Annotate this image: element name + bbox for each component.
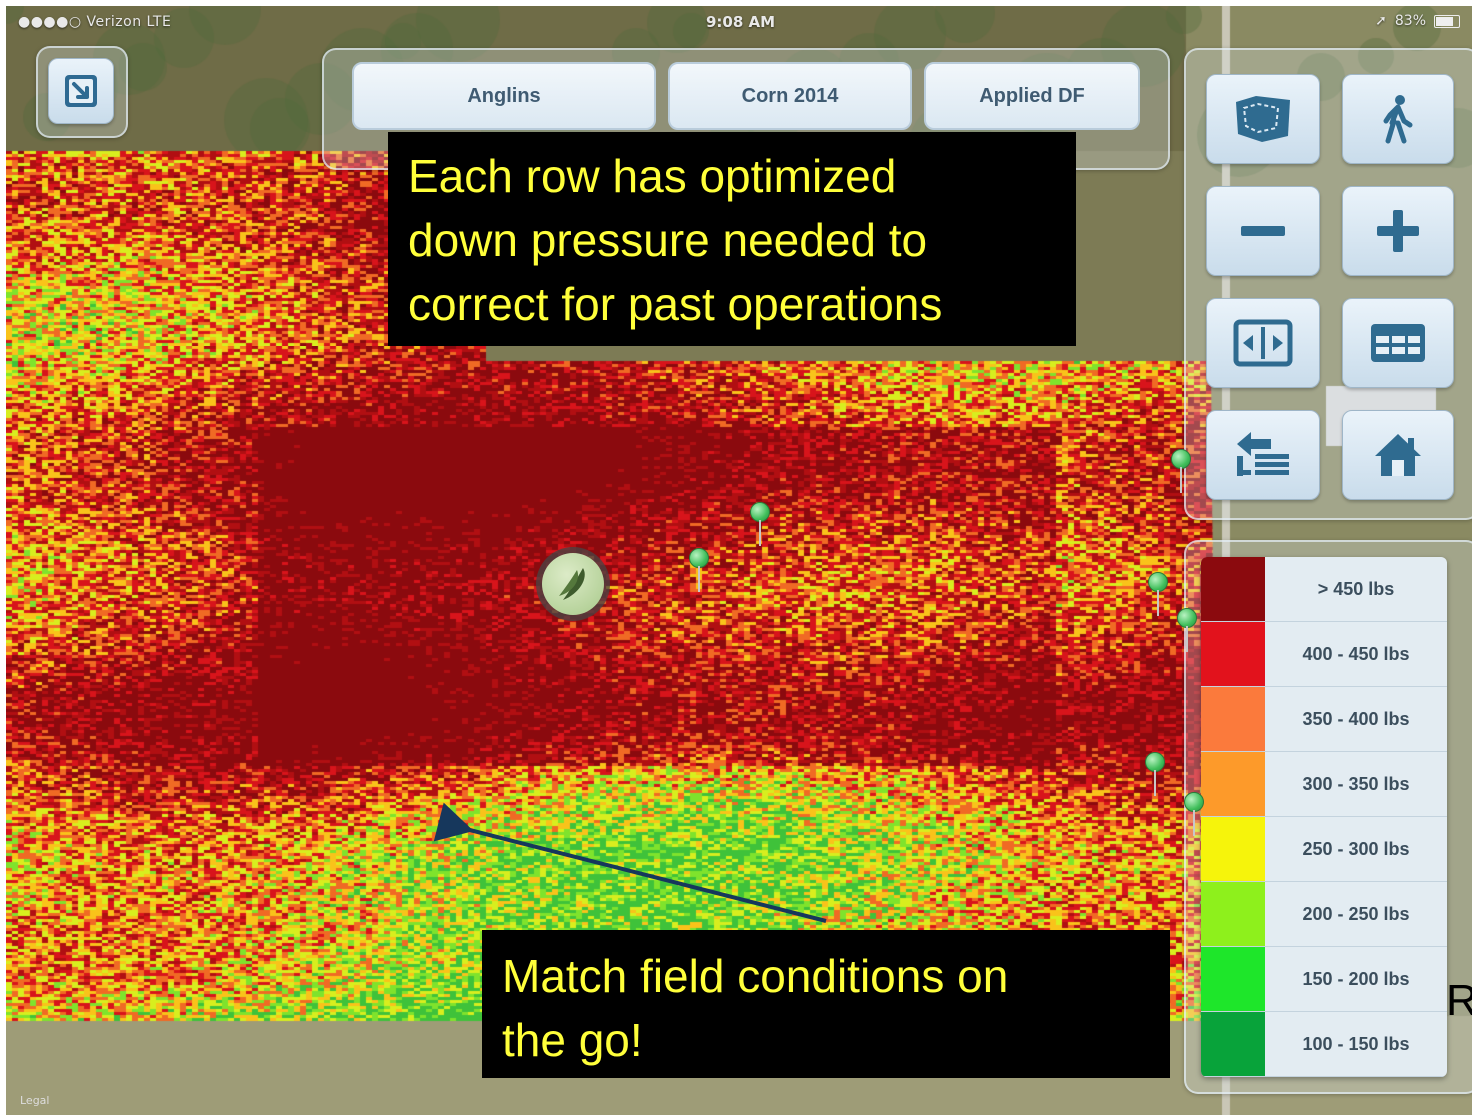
legend-label: > 450 lbs [1317, 578, 1395, 599]
carrier-label: ●●●●○ Verizon LTE [18, 14, 172, 30]
legal-link[interactable]: Legal [20, 1094, 49, 1107]
legend-row: 250 - 300 lbs [1201, 817, 1447, 882]
edge-text: R [1446, 976, 1472, 1025]
zoom-out-button[interactable] [1206, 186, 1320, 276]
legend-label: 200 - 250 lbs [1302, 903, 1410, 924]
walking-person-icon [1383, 95, 1413, 144]
legend-swatch [1201, 622, 1265, 686]
battery-fill [1436, 16, 1453, 26]
plus-icon [1377, 210, 1419, 252]
fit-to-screen-button[interactable] [1206, 298, 1320, 388]
legend-swatch [1201, 752, 1265, 816]
legend-row: 400 - 450 lbs [1201, 622, 1447, 687]
callout-line: Each row has optimized [408, 150, 897, 202]
legend-swatch [1201, 1012, 1265, 1076]
layers-list-icon [1237, 432, 1289, 476]
table-icon [1371, 324, 1425, 362]
planter-marker[interactable] [536, 547, 610, 621]
down-pressure-legend: > 450 lbs 400 - 450 lbs 350 - 400 lbs 300 -… [1201, 557, 1447, 1077]
tab-crop-year[interactable]: Corn 2014 [668, 62, 912, 130]
expand-button[interactable] [48, 58, 114, 124]
map-pin[interactable] [689, 548, 709, 592]
battery-percent: 83% [1394, 13, 1426, 29]
legend-swatch [1201, 557, 1265, 621]
callout-line: correct for past operations [408, 278, 943, 330]
table-view-button[interactable] [1342, 298, 1454, 388]
legend-label: 150 - 200 lbs [1302, 968, 1410, 989]
legend-row: 200 - 250 lbs [1201, 882, 1447, 947]
map-pin[interactable] [1171, 449, 1191, 493]
callout-line: Match field conditions on [502, 950, 1009, 1002]
legend-swatch [1201, 687, 1265, 751]
tab-layer[interactable]: Applied DF [924, 62, 1140, 130]
map-pin[interactable] [1177, 608, 1197, 652]
map-pin[interactable] [1145, 752, 1165, 796]
status-right: ➚ 83% [1375, 13, 1460, 29]
legend-row: 100 - 150 lbs [1201, 1012, 1447, 1077]
legend-row: > 450 lbs [1201, 557, 1447, 622]
home-icon [1375, 434, 1421, 476]
layers-button[interactable] [1206, 410, 1320, 500]
map-pin[interactable] [1148, 572, 1168, 616]
callout-line: down pressure needed to [408, 214, 928, 266]
arrow-down-right-icon [65, 75, 97, 107]
fit-arrows-icon [1233, 319, 1293, 367]
legend-swatch [1201, 947, 1265, 1011]
app-screen: ●●●●○ Verizon LTE 9:08 AM ➚ 83% Anglins … [6, 6, 1472, 1115]
battery-icon [1434, 14, 1460, 28]
legend-row: 300 - 350 lbs [1201, 752, 1447, 817]
location-icon: ➚ [1375, 13, 1387, 29]
legend-label: 350 - 400 lbs [1302, 708, 1410, 729]
minus-icon [1241, 226, 1285, 236]
legend-label: 300 - 350 lbs [1302, 773, 1410, 794]
home-button[interactable] [1342, 410, 1454, 500]
tab-farm[interactable]: Anglins [352, 62, 656, 130]
field-boundary-button[interactable] [1206, 74, 1320, 164]
legend-row: 350 - 400 lbs [1201, 687, 1447, 752]
callout-field-conditions: Match field conditions on the go! [482, 930, 1170, 1078]
legend-swatch [1201, 882, 1265, 946]
callout-line: the go! [502, 1014, 643, 1066]
zoom-in-button[interactable] [1342, 186, 1454, 276]
legend-label: 400 - 450 lbs [1302, 643, 1410, 664]
map-pin[interactable] [750, 502, 770, 546]
expand-panel [36, 46, 128, 138]
map-pin[interactable] [1184, 792, 1204, 836]
callout-row-pressure: Each row has optimized down pressure nee… [388, 132, 1076, 346]
legend-swatch [1201, 817, 1265, 881]
status-bar: ●●●●○ Verizon LTE 9:08 AM ➚ 83% [6, 6, 1472, 38]
field-map-icon [1236, 96, 1290, 142]
seed-pod-icon [542, 553, 604, 615]
map-toolbar [1184, 48, 1472, 520]
legend-label: 250 - 300 lbs [1302, 838, 1410, 859]
legend-label: 100 - 150 lbs [1302, 1033, 1410, 1054]
walk-mode-button[interactable] [1342, 74, 1454, 164]
clock: 9:08 AM [706, 13, 776, 31]
legend-row: 150 - 200 lbs [1201, 947, 1447, 1012]
